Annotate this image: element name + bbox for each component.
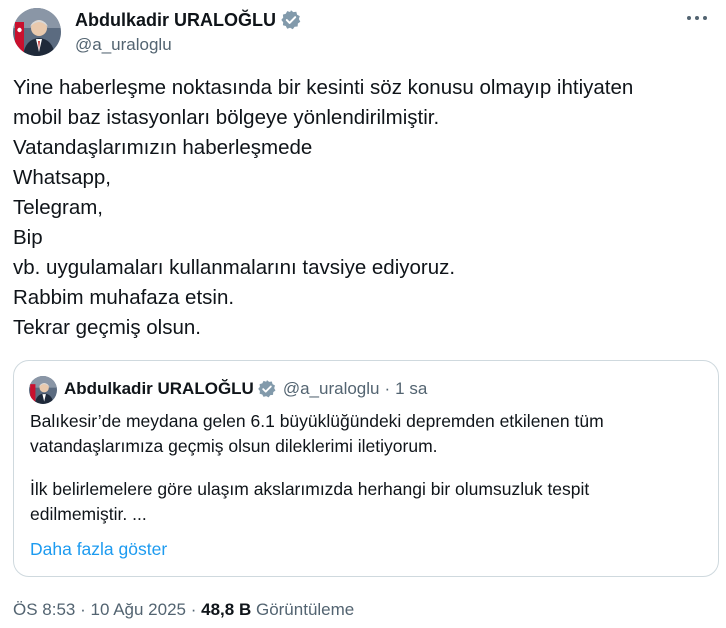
more-options-icon: [687, 16, 707, 20]
quoted-author-avatar[interactable]: [29, 376, 57, 404]
quoted-tweet-time: 1 sa: [395, 379, 428, 398]
quoted-author-handle: @a_uraloglu: [282, 379, 380, 398]
quoted-author-name: Abdulkadir URALOĞLU: [64, 379, 254, 398]
dot-separator: ·: [80, 600, 86, 619]
tweet-text-line: Bip: [13, 226, 43, 249]
tweet-meta: ÖS 8:53 · 10 Ağu 2025 · 48,8 B Görüntüle…: [13, 599, 354, 621]
show-more-link[interactable]: Daha fazla göster: [30, 537, 167, 561]
avatar-image: [13, 8, 61, 56]
quoted-tweet-text: Balıkesir’de meydana gelen 6.1 büyüklüğü…: [30, 409, 710, 527]
author-handle[interactable]: @a_uraloglu: [75, 34, 172, 56]
quoted-text-line: vatandaşlarımıza geçmiş olsun dileklerim…: [30, 436, 438, 456]
tweet-text-line: mobil baz istasyonları bölgeye yönlendir…: [13, 106, 440, 129]
tweet-text-line: Tekrar geçmiş olsun.: [13, 316, 201, 339]
more-options-button[interactable]: [683, 8, 711, 28]
author-name-row[interactable]: Abdulkadir URALOĞLU: [75, 9, 302, 31]
views-label: Görüntüleme: [255, 600, 355, 619]
tweet-text-line: Vatandaşlarımızın haberleşmede: [13, 136, 313, 159]
tweet-time[interactable]: ÖS 8:53: [13, 600, 75, 619]
tweet-text-line: Rabbim muhafaza etsin.: [13, 286, 235, 309]
verified-badge-icon: [280, 9, 302, 31]
avatar-image: [29, 376, 57, 404]
quoted-text-line: Balıkesir’de meydana gelen 6.1 büyüklüğü…: [30, 411, 604, 431]
quoted-tweet-header: Abdulkadir URALOĞLU @a_uraloglu · 1 sa: [64, 378, 427, 400]
tweet-text-line: Telegram,: [13, 196, 104, 219]
quoted-text-line: edilmemiştir. ...: [30, 504, 147, 524]
author-avatar[interactable]: [13, 8, 61, 56]
quoted-tweet-card[interactable]: Abdulkadir URALOĞLU @a_uraloglu · 1 sa B…: [13, 360, 719, 577]
dot-separator: ·: [384, 379, 391, 398]
tweet-text-line: Whatsapp,: [13, 166, 111, 189]
tweet-date[interactable]: 10 Ağu 2025: [91, 600, 186, 619]
author-name: Abdulkadir URALOĞLU: [75, 10, 276, 30]
tweet-text-line: vb. uygulamaları kullanmalarını tavsiye …: [13, 256, 456, 279]
views-count: 48,8 B: [201, 600, 252, 619]
tweet-text: Yine haberleşme noktasında bir kesinti s…: [13, 73, 713, 343]
verified-badge-icon: [257, 379, 277, 399]
tweet-text-line: Yine haberleşme noktasında bir kesinti s…: [13, 76, 634, 99]
quoted-text-line: İlk belirlemelere göre ulaşım akslarımız…: [30, 479, 590, 499]
dot-separator: ·: [190, 600, 197, 619]
